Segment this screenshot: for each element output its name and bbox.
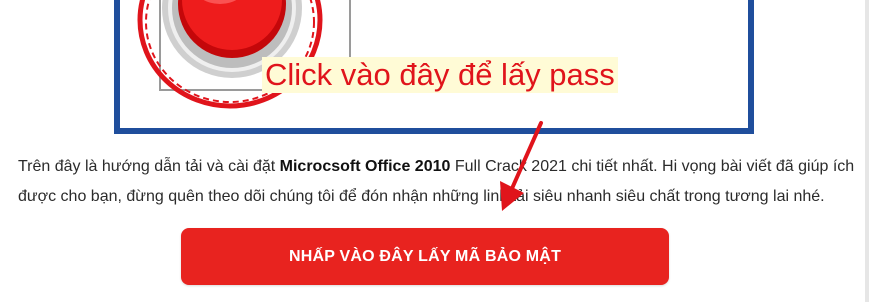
click-here-annotation: Click vào đây để lấy pass — [262, 57, 618, 93]
page-scrollbar[interactable] — [865, 0, 869, 302]
get-security-code-button[interactable]: NHẤP VÀO ĐÂY LẤY MÃ BẢO MẬT — [181, 228, 669, 285]
article-paragraph: Trên đây là hướng dẫn tải và cài đặt Mic… — [18, 152, 856, 212]
article-intro: Trên đây là hướng dẫn tải và cài đặt — [18, 158, 280, 175]
product-name: Microcsoft Office 2010 — [279, 158, 451, 175]
